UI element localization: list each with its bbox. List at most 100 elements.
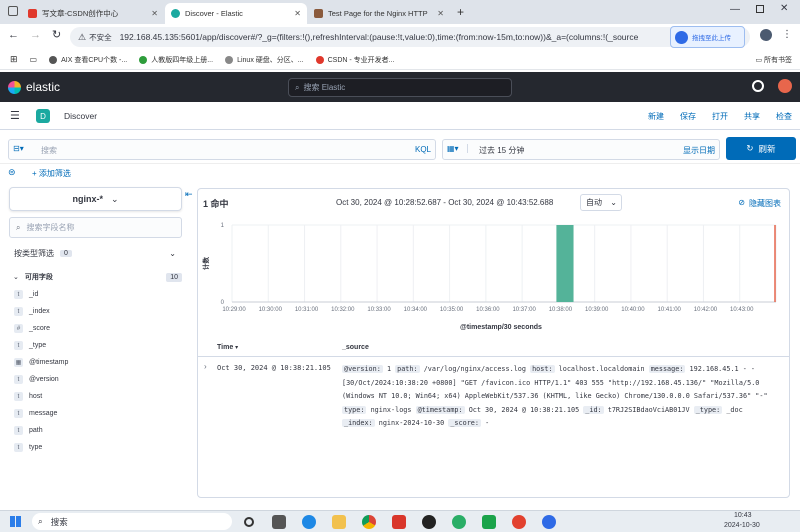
widgets-icon[interactable] xyxy=(272,515,286,529)
tab-nginx[interactable]: Test Page for the Nginx HTTP ✕ xyxy=(308,3,450,24)
field-item[interactable]: # _score xyxy=(0,320,192,337)
new-tab-button[interactable]: + xyxy=(457,5,464,19)
query-input[interactable]: ⊟▾ 搜索 KQL xyxy=(8,139,436,160)
inspect-button[interactable]: 检查 xyxy=(776,111,792,122)
field-item[interactable]: t host xyxy=(0,388,192,405)
maximize-icon[interactable] xyxy=(756,5,764,13)
x-tick-label: 10:29:00 xyxy=(222,307,246,313)
add-filter-button[interactable]: + 添加筛选 xyxy=(32,168,71,179)
baidu-upload-button[interactable]: 拖拽至此上传 xyxy=(670,26,745,48)
bookmark-item[interactable]: AIX 查看CPU个数 -... xyxy=(49,55,127,65)
x-tick-label: 10:36:00 xyxy=(476,307,500,313)
tab-csdn[interactable]: 写文章-CSDN创作中心 ✕ xyxy=(22,3,164,24)
global-search-input[interactable]: ⌕ 搜索 Elastic xyxy=(288,78,512,97)
field-item[interactable]: t path xyxy=(0,422,192,439)
user-avatar[interactable] xyxy=(778,79,792,93)
back-icon[interactable]: ← xyxy=(8,29,19,41)
reload-icon[interactable]: ↻ xyxy=(52,28,61,41)
field-name: _index xyxy=(29,308,50,315)
wps-icon[interactable] xyxy=(392,515,406,529)
value-score: - xyxy=(485,419,490,427)
close-window-icon[interactable]: ✕ xyxy=(780,3,788,14)
url-field[interactable]: ⚠ 不安全 192.168.45.135:5601/app/discover#/… xyxy=(70,27,750,47)
saved-query-icon[interactable]: ⊟▾ xyxy=(13,144,24,153)
string-type-icon: t xyxy=(14,375,23,384)
field-item[interactable]: t message xyxy=(0,405,192,422)
bookmark-item[interactable]: 人教版四年级上册... xyxy=(139,55,213,65)
col-time[interactable]: Time ▾ xyxy=(217,344,238,351)
qq-icon[interactable] xyxy=(422,515,436,529)
field-search-input[interactable]: ⌕ 搜索字段名称 xyxy=(9,217,182,238)
query-placeholder: 搜索 xyxy=(41,146,57,155)
elastic-logo-icon[interactable] xyxy=(8,81,21,94)
string-type-icon: t xyxy=(14,409,23,418)
file-explorer-icon[interactable] xyxy=(332,515,346,529)
menu-icon[interactable]: ☰ xyxy=(10,109,20,122)
task-view-icon[interactable] xyxy=(244,517,254,527)
eye-closed-icon: ⊘ xyxy=(738,198,745,207)
filter-by-type-button[interactable]: 按类型筛选 0 ⌄ xyxy=(9,243,182,263)
field-item[interactable]: ▦ @timestamp xyxy=(0,354,192,371)
close-icon[interactable]: ✕ xyxy=(294,9,301,18)
filter-by-type-label: 按类型筛选 xyxy=(14,248,54,258)
baidu-netdisk-icon[interactable] xyxy=(542,515,556,529)
close-icon[interactable]: ✕ xyxy=(151,9,158,18)
calendar-icon[interactable]: ▦▾ xyxy=(447,144,468,153)
top-nav-actions: 新建 保存 打开 共享 检查 xyxy=(648,111,792,122)
windows-start-icon[interactable] xyxy=(10,516,21,527)
string-type-icon: t xyxy=(14,426,23,435)
brand-name[interactable]: elastic xyxy=(26,80,60,94)
windows-taskbar: ⌕ 搜索 10:43 2024-10-30 xyxy=(0,510,800,532)
filter-options-icon[interactable]: ⊜ xyxy=(8,167,16,178)
hide-chart-button[interactable]: ⊘ 隐藏图表 xyxy=(738,198,781,209)
available-fields-header[interactable]: ⌄ 可用字段 10 xyxy=(9,269,182,285)
time-picker[interactable]: ▦▾ 过去 15 分钟 显示日期 xyxy=(442,139,720,160)
edge-icon[interactable] xyxy=(302,515,316,529)
y-axis-label: 计数 xyxy=(201,257,210,271)
x-tick-label: 10:33:00 xyxy=(367,307,391,313)
index-pattern-select[interactable]: nginx-* ⌄ xyxy=(9,187,182,211)
share-button[interactable]: 共享 xyxy=(744,111,760,122)
field-item[interactable]: t @version xyxy=(0,371,192,388)
search-icon: ⌕ xyxy=(38,516,43,526)
profile-avatar[interactable] xyxy=(760,29,772,41)
open-button[interactable]: 打开 xyxy=(712,111,728,122)
save-button[interactable]: 保存 xyxy=(680,111,696,122)
app-icon[interactable] xyxy=(482,515,496,529)
refresh-button[interactable]: ↻ 刷新 xyxy=(726,137,796,160)
bookmark-folder-icon[interactable]: ▭ xyxy=(30,55,38,64)
cloud-icon xyxy=(675,30,688,44)
x-tick-label: 10:30:00 xyxy=(259,307,283,313)
close-icon[interactable]: ✕ xyxy=(437,9,444,18)
help-icon[interactable] xyxy=(752,80,764,92)
wechat-icon[interactable] xyxy=(452,515,466,529)
taskbar-search[interactable]: ⌕ 搜索 xyxy=(32,513,232,530)
chrome-icon[interactable] xyxy=(362,515,376,529)
tab-menu-icon[interactable] xyxy=(8,6,18,16)
show-dates-link[interactable]: 显示日期 xyxy=(683,145,715,156)
x-tick-label: 10:31:00 xyxy=(295,307,319,313)
expand-row-icon[interactable]: › xyxy=(204,362,207,371)
field-item[interactable]: t _id xyxy=(0,286,192,303)
app-badge[interactable]: D xyxy=(36,109,50,123)
new-button[interactable]: 新建 xyxy=(648,111,664,122)
interval-select[interactable]: 自动 ⌄ xyxy=(580,194,622,211)
tab-title: Test Page for the Nginx HTTP xyxy=(328,9,428,18)
breadcrumb-discover[interactable]: Discover xyxy=(64,111,97,121)
minimize-icon[interactable]: — xyxy=(730,4,740,15)
apps-grid-icon[interactable]: ⊞ xyxy=(10,54,18,65)
field-item[interactable]: t _index xyxy=(0,303,192,320)
browser-app-icon[interactable] xyxy=(512,515,526,529)
bookmark-item[interactable]: CSDN - 专业开发者... xyxy=(315,55,394,65)
collapse-sidebar-icon[interactable]: ⇤ xyxy=(185,189,193,200)
value-index: nginx-2024-10-30 xyxy=(378,419,445,427)
kql-toggle[interactable]: KQL xyxy=(415,145,431,154)
clock-time: 10:43 xyxy=(734,512,752,519)
all-bookmarks[interactable]: ▭ 所有书签 xyxy=(755,55,792,65)
field-item[interactable]: t _type xyxy=(0,337,192,354)
tab-title: 写文章-CSDN创作中心 xyxy=(42,9,119,18)
bookmark-item[interactable]: Linux 硬盘、分区、... xyxy=(225,55,304,65)
tab-discover[interactable]: Discover - Elastic ✕ xyxy=(165,3,307,24)
field-item[interactable]: t type xyxy=(0,439,192,456)
more-menu-icon[interactable]: ⋮ xyxy=(782,29,792,40)
